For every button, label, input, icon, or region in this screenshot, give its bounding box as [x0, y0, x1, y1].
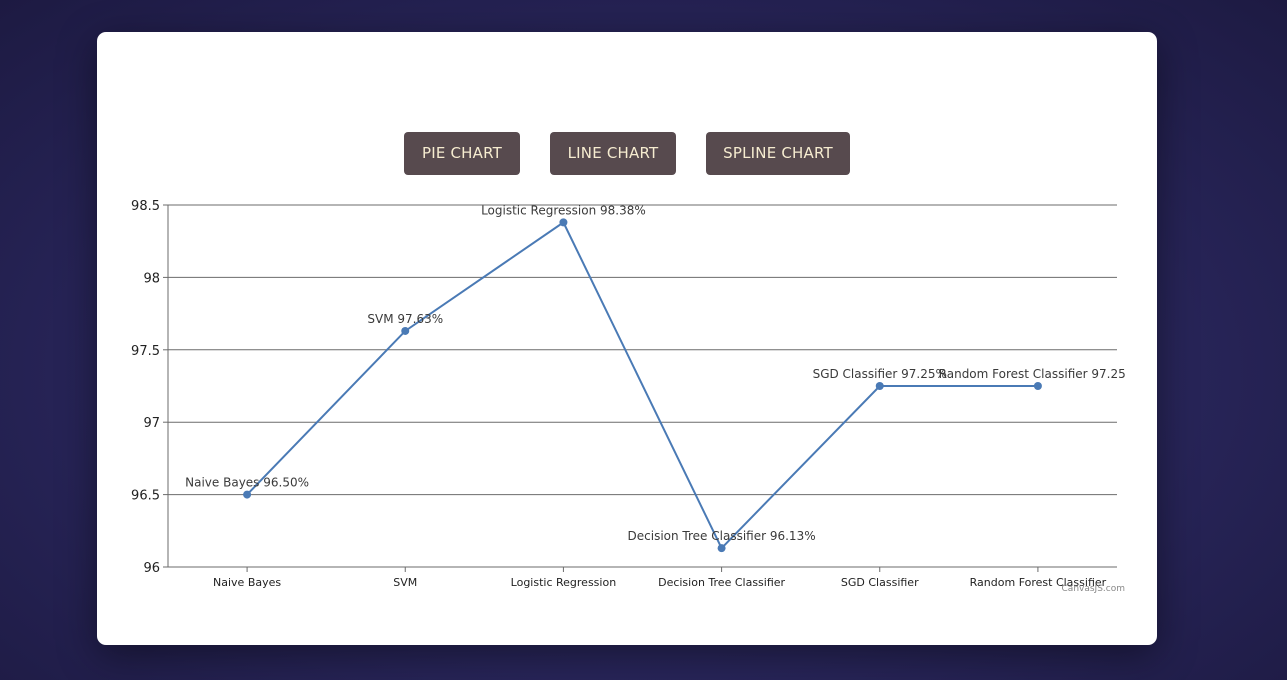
data-point[interactable]	[717, 544, 726, 553]
data-label: SVM 97.63%	[367, 312, 443, 326]
data-point[interactable]	[243, 490, 252, 499]
series-line	[246, 220, 1038, 550]
data-label: Naive Bayes 96.50%	[185, 476, 309, 490]
data-label: SGD Classifier 97.25%	[813, 367, 947, 381]
y-tick-label: 97.5	[131, 344, 160, 359]
data-point[interactable]	[875, 382, 884, 390]
x-tick-label: Decision Tree Classifier	[658, 576, 785, 589]
data-point[interactable]	[1033, 382, 1042, 390]
chart-credit[interactable]: CanvasJS.com	[1062, 584, 1125, 594]
x-tick-label: SGD Classifier	[841, 576, 919, 589]
chart-card: PIE CHART LINE CHART SPLINE CHART 96 96.5…	[97, 32, 1157, 645]
data-label: Decision Tree Classifier 96.13%	[628, 529, 816, 543]
data-label: Random Forest Classifier 97.25%	[939, 367, 1138, 381]
data-label: Logistic Regression 98.38%	[481, 203, 646, 217]
y-tick-label: 98	[143, 271, 160, 286]
y-tick-label: 97	[143, 416, 160, 431]
x-tick-label: SVM	[393, 576, 417, 589]
data-point[interactable]	[559, 218, 568, 227]
y-tick-label: 96	[143, 561, 160, 576]
line-chart: 96 96.5 97 97.5 98 98.5 Naive Bayes SVM Logistic…	[131, 199, 1138, 594]
data-point[interactable]	[401, 326, 410, 335]
x-tick-label: Logistic Regression	[511, 576, 617, 589]
x-tick-label: Naive Bayes	[213, 576, 281, 589]
y-tick-label: 96.5	[131, 489, 160, 504]
y-tick-label: 98.5	[131, 199, 160, 214]
